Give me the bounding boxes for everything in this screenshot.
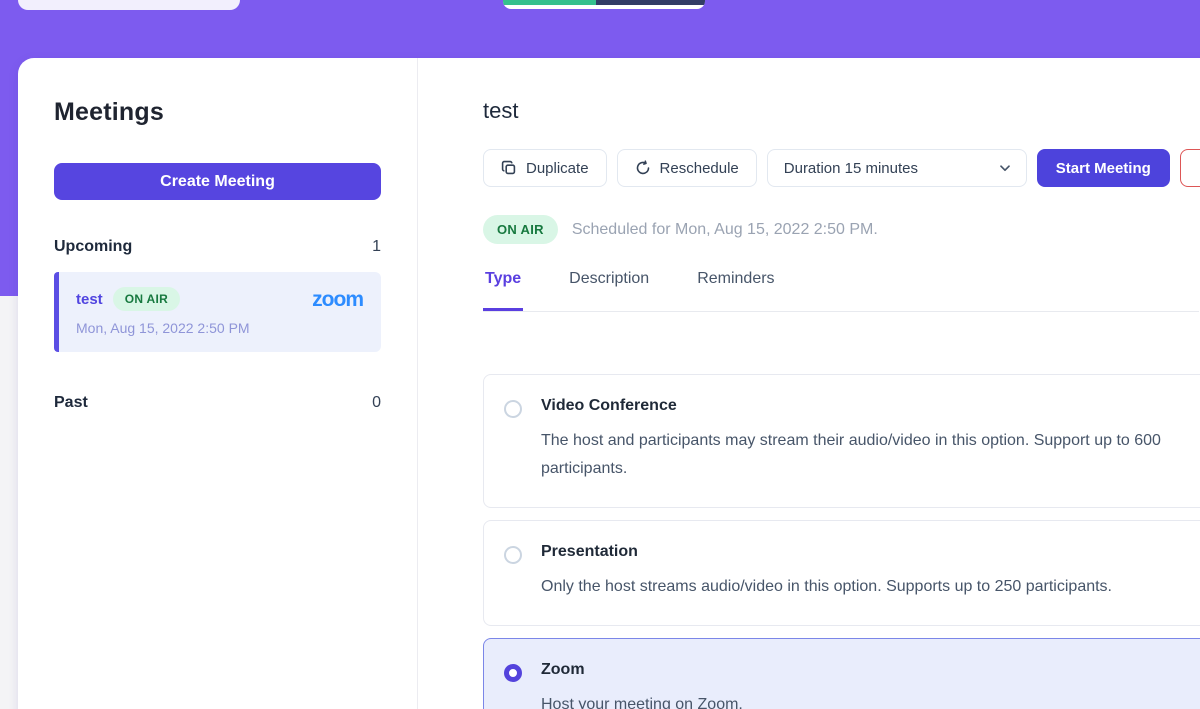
option-zoom[interactable]: Zoom Host your meeting on Zoom. xyxy=(483,638,1200,709)
progress-segment-green xyxy=(503,0,596,5)
meeting-list-item[interactable]: test ON AIR zoom Mon, Aug 15, 2022 2:50 … xyxy=(54,272,381,352)
option-description: The host and participants may stream the… xyxy=(541,427,1200,483)
detail-tabs: Type Description Reminders xyxy=(483,264,1199,312)
meetings-sidebar: Meetings Create Meeting Upcoming 1 test … xyxy=(18,58,418,709)
on-air-badge: ON AIR xyxy=(113,287,180,311)
on-air-badge: ON AIR xyxy=(483,215,558,244)
option-presentation[interactable]: Presentation Only the host streams audio… xyxy=(483,520,1200,626)
content-card: Meetings Create Meeting Upcoming 1 test … xyxy=(18,58,1200,709)
tab-type[interactable]: Type xyxy=(483,264,523,311)
meeting-type-options: Video Conference The host and participan… xyxy=(483,374,1200,709)
cutoff-top-left-panel xyxy=(18,0,240,10)
cutoff-progress-bar xyxy=(503,0,705,9)
reschedule-label: Reschedule xyxy=(660,160,739,177)
radio-unselected-icon[interactable] xyxy=(504,546,522,564)
meeting-detail-panel: test Duplicate xyxy=(418,58,1200,709)
start-meeting-button[interactable]: Start Meeting xyxy=(1037,149,1170,187)
upcoming-count: 1 xyxy=(372,238,381,256)
option-description: Only the host streams audio/video in thi… xyxy=(541,573,1112,601)
upcoming-section-header: Upcoming 1 xyxy=(54,238,381,256)
duration-select[interactable]: Duration 15 minutes xyxy=(767,149,1027,187)
option-title: Presentation xyxy=(541,543,1112,561)
zoom-logo: zoom xyxy=(312,289,363,310)
option-description: Host your meeting on Zoom. xyxy=(541,691,743,709)
page-title: test xyxy=(483,98,1200,124)
radio-selected-icon[interactable] xyxy=(504,664,522,682)
progress-segment-navy xyxy=(596,0,705,5)
option-title: Zoom xyxy=(541,661,743,679)
past-count: 0 xyxy=(372,394,381,412)
duplicate-label: Duplicate xyxy=(526,160,589,177)
past-label: Past xyxy=(54,394,88,412)
duplicate-button[interactable]: Duplicate xyxy=(483,149,607,187)
reschedule-button[interactable]: Reschedule xyxy=(617,149,757,187)
past-section-header: Past 0 xyxy=(54,394,381,412)
app-viewport: Meetings Create Meeting Upcoming 1 test … xyxy=(0,0,1200,709)
chevron-down-icon xyxy=(998,161,1012,175)
upcoming-label: Upcoming xyxy=(54,238,132,256)
meeting-datetime: Mon, Aug 15, 2022 2:50 PM xyxy=(76,320,363,336)
duration-label: Duration 15 minutes xyxy=(784,160,918,177)
meeting-toolbar: Duplicate Reschedule Duration 15 minutes xyxy=(483,149,1200,187)
meeting-name: test xyxy=(76,291,103,308)
option-video-conference[interactable]: Video Conference The host and participan… xyxy=(483,374,1200,508)
option-title: Video Conference xyxy=(541,397,1200,415)
duplicate-icon xyxy=(501,160,517,176)
scheduled-text: Scheduled for Mon, Aug 15, 2022 2:50 PM. xyxy=(572,221,878,239)
delete-button-cutoff[interactable] xyxy=(1180,149,1200,187)
reschedule-icon xyxy=(635,160,651,176)
tab-reminders[interactable]: Reminders xyxy=(695,264,776,311)
create-meeting-button[interactable]: Create Meeting xyxy=(54,163,381,200)
tab-description[interactable]: Description xyxy=(567,264,651,311)
meeting-status-row: ON AIR Scheduled for Mon, Aug 15, 2022 2… xyxy=(483,215,1200,244)
radio-unselected-icon[interactable] xyxy=(504,400,522,418)
sidebar-title: Meetings xyxy=(54,98,381,127)
